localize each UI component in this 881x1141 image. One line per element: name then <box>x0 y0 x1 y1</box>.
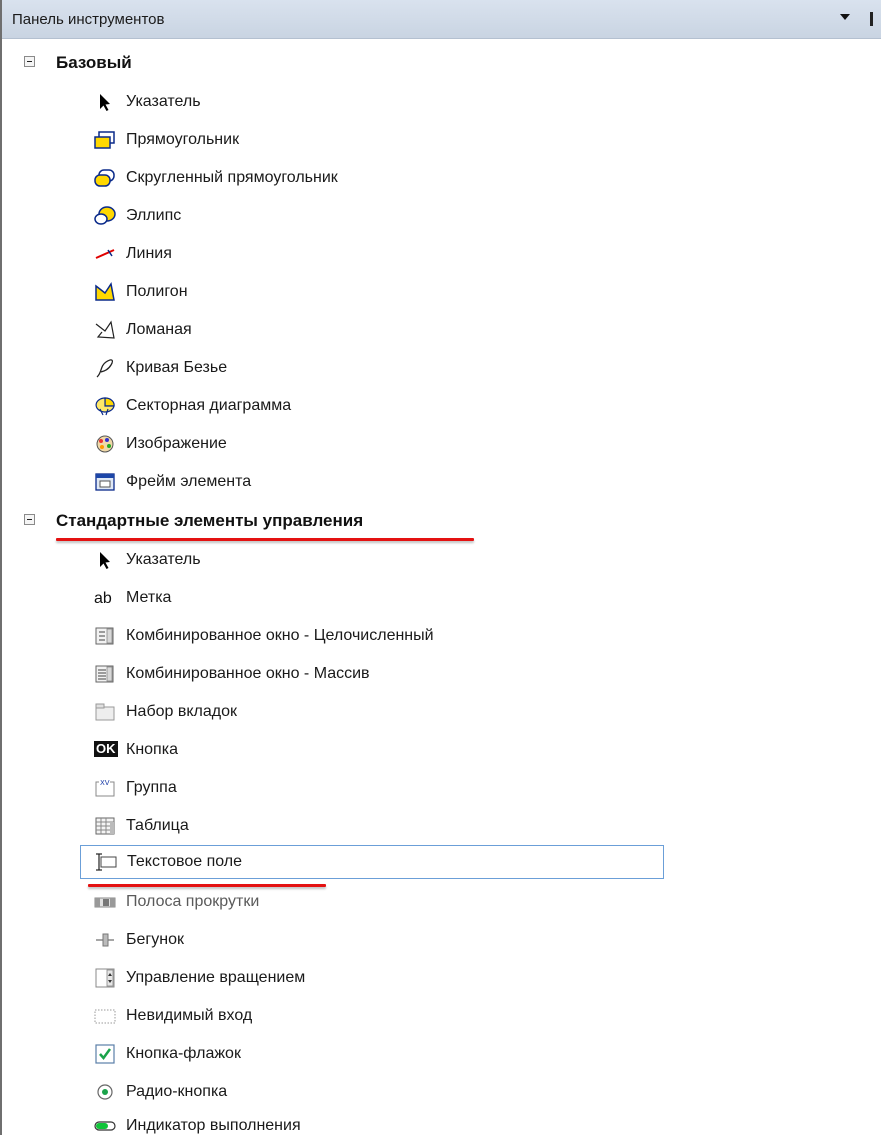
spin-control-icon <box>94 968 116 988</box>
annotation-underline-text-field <box>88 884 326 887</box>
control-label: Указатель <box>126 551 201 568</box>
tab-set-icon <box>94 702 116 722</box>
tool-item-rounded-rectangle[interactable]: Скругленный прямоугольник <box>80 165 660 191</box>
group-label-standard-controls: Стандартные элементы управления <box>56 511 364 530</box>
control-item-table[interactable]: Таблица <box>80 813 660 839</box>
control-label: Управление вращением <box>126 969 306 986</box>
bezier-curve-icon <box>94 358 116 378</box>
control-item-progress-bar[interactable]: Индикатор выполнения <box>80 1113 660 1139</box>
element-frame-icon <box>94 472 116 492</box>
control-item-pointer[interactable]: Указатель <box>80 547 660 573</box>
rectangle-icon <box>94 130 116 150</box>
checkbox-icon <box>94 1044 116 1064</box>
slider-icon <box>94 930 116 950</box>
pointer-icon <box>94 550 116 570</box>
control-item-radio-button[interactable]: Радио-кнопка <box>80 1079 660 1105</box>
control-item-checkbox[interactable]: Кнопка-флажок <box>80 1041 660 1067</box>
label-icon: ab <box>94 588 116 608</box>
tool-label: Ломаная <box>126 321 192 338</box>
control-label: Текстовое поле <box>127 853 243 870</box>
control-item-group[interactable]: XV Группа <box>80 775 660 801</box>
control-label: Таблица <box>126 817 189 834</box>
control-item-tab-set[interactable]: Набор вкладок <box>80 699 660 725</box>
toolbox-title: Панель инструментов <box>12 11 165 28</box>
pointer-icon <box>94 92 116 112</box>
tool-label: Кривая Безье <box>126 359 228 376</box>
control-label: Метка <box>126 589 172 606</box>
tool-label: Изображение <box>126 435 227 452</box>
group-header-basic[interactable]: Базовый <box>0 51 700 75</box>
group-header-standard-controls[interactable]: Стандартные элементы управления <box>0 509 700 533</box>
control-label: Комбинированное окно - Целочисленный <box>126 627 434 644</box>
control-label: Набор вкладок <box>126 703 238 720</box>
polyline-icon <box>94 320 116 340</box>
tool-item-bezier[interactable]: Кривая Безье <box>80 355 660 381</box>
control-label: Кнопка-флажок <box>126 1045 241 1062</box>
panel-left-border <box>0 0 2 1135</box>
tool-label: Прямоугольник <box>126 131 240 148</box>
image-icon <box>94 434 116 454</box>
tool-item-pie-chart[interactable]: Секторная диаграмма <box>80 393 660 419</box>
text-field-icon <box>95 852 117 872</box>
tool-item-polygon[interactable]: Полигон <box>80 279 660 305</box>
label-icon-text: ab <box>94 590 112 607</box>
control-item-invisible-input[interactable]: Невидимый вход <box>80 1003 660 1029</box>
tool-item-polyline[interactable]: Ломаная <box>80 317 660 343</box>
tool-label: Полигон <box>126 283 188 300</box>
tool-item-image[interactable]: Изображение <box>80 431 660 457</box>
progress-bar-icon <box>94 1116 116 1136</box>
control-label: Индикатор выполнения <box>126 1117 301 1134</box>
invisible-input-icon <box>94 1006 116 1026</box>
radio-button-icon <box>94 1082 116 1102</box>
control-label: Группа <box>126 779 177 796</box>
scrollbar-icon <box>94 892 116 912</box>
rounded-rectangle-icon <box>94 168 116 188</box>
tool-label: Указатель <box>126 93 201 110</box>
control-label: Полоса прокрутки <box>126 893 260 910</box>
tool-item-pointer[interactable]: Указатель <box>80 89 660 115</box>
tool-label: Линия <box>126 245 172 262</box>
tool-label: Скругленный прямоугольник <box>126 169 338 186</box>
tool-item-line[interactable]: Линия <box>80 241 660 267</box>
tool-label: Эллипс <box>126 207 182 224</box>
toolbox-titlebar: Панель инструментов <box>2 0 881 39</box>
button-icon-text: OK <box>94 741 118 757</box>
control-item-spin-control[interactable]: Управление вращением <box>80 965 660 991</box>
control-item-combobox-array[interactable]: Комбинированное окно - Массив <box>80 661 660 687</box>
tool-label: Секторная диаграмма <box>126 397 292 414</box>
pie-chart-icon <box>94 396 116 416</box>
line-icon <box>94 244 116 264</box>
group-box-icon: XV <box>94 778 116 798</box>
tool-label: Фрейм элемента <box>126 473 252 490</box>
annotation-underline-group <box>56 538 474 541</box>
combobox-integer-icon <box>94 626 116 646</box>
pin-icon[interactable] <box>870 12 873 26</box>
tool-item-ellipse[interactable]: Эллипс <box>80 203 660 229</box>
control-label: Комбинированное окно - Массив <box>126 665 370 682</box>
group-box-icon-text: XV <box>100 779 110 787</box>
tool-item-rectangle[interactable]: Прямоугольник <box>80 127 660 153</box>
group-label-basic: Базовый <box>56 53 132 72</box>
control-item-slider[interactable]: Бегунок <box>80 927 660 953</box>
control-item-combobox-integer[interactable]: Комбинированное окно - Целочисленный <box>80 623 660 649</box>
table-icon <box>94 816 116 836</box>
control-item-scrollbar[interactable]: Полоса прокрутки <box>80 889 660 915</box>
polygon-icon <box>94 282 116 302</box>
control-item-label[interactable]: ab Метка <box>80 585 660 611</box>
combobox-array-icon <box>94 664 116 684</box>
ellipse-icon <box>94 206 116 226</box>
control-item-button[interactable]: OK Кнопка <box>80 737 660 763</box>
collapse-toggle-icon[interactable] <box>24 514 35 525</box>
control-label: Бегунок <box>126 931 184 948</box>
panel-menu-dropdown-icon[interactable] <box>840 14 850 20</box>
control-label: Кнопка <box>126 741 178 758</box>
control-item-text-field[interactable]: Текстовое поле <box>80 845 664 879</box>
control-label: Радио-кнопка <box>126 1083 228 1100</box>
control-label: Невидимый вход <box>126 1007 253 1024</box>
collapse-toggle-icon[interactable] <box>24 56 35 67</box>
tool-item-element-frame[interactable]: Фрейм элемента <box>80 469 660 495</box>
button-icon: OK <box>94 740 118 760</box>
